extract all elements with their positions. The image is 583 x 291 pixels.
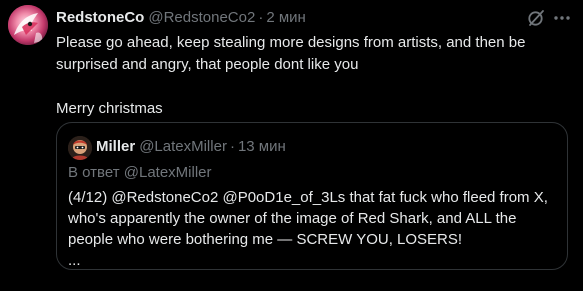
- separator-dot: ·: [229, 138, 235, 155]
- avatar-image: [8, 5, 48, 45]
- quoted-author-handle[interactable]: @LatexMiller: [139, 137, 227, 157]
- tweet-body: Please go ahead, keep stealing more desi…: [56, 32, 566, 120]
- tweet[interactable]: RedstoneCo @RedstoneCo2 · 2 мин Please g…: [0, 0, 583, 291]
- quoted-tweet-ellipsis: ...: [68, 252, 81, 269]
- author-handle[interactable]: @RedstoneCo2: [148, 8, 255, 28]
- reply-prefix: В ответ: [68, 164, 120, 181]
- author-name[interactable]: RedstoneCo: [56, 8, 144, 28]
- quoted-avatar[interactable]: [68, 136, 92, 160]
- reply-context: В ответ @LatexMiller: [68, 163, 212, 183]
- tweet-text-line: Please go ahead, keep stealing more desi…: [56, 34, 526, 73]
- quoted-tweet-body: (4/12) @RedstoneCo2 @P0oD1e_of_3Ls that …: [68, 187, 558, 271]
- quoted-tweet-header: Miller @LatexMiller · 13 мин: [96, 137, 286, 157]
- quoted-tweet-text: (4/12) @RedstoneCo2 @P0oD1e_of_3Ls that …: [68, 189, 548, 248]
- timestamp[interactable]: 2 мин: [266, 8, 306, 28]
- tweet-text-line: Merry christmas: [56, 100, 163, 117]
- separator-dot: ·: [258, 9, 264, 26]
- quoted-author-name[interactable]: Miller: [96, 137, 135, 157]
- reply-handle[interactable]: @LatexMiller: [124, 164, 212, 181]
- grok-icon[interactable]: [527, 9, 545, 27]
- tweet-header: RedstoneCo @RedstoneCo2 · 2 мин: [56, 8, 306, 28]
- quoted-avatar-image: [68, 136, 92, 160]
- more-icon[interactable]: [552, 8, 572, 28]
- avatar[interactable]: [8, 5, 48, 45]
- quoted-tweet[interactable]: Miller @LatexMiller · 13 мин В ответ @La…: [56, 122, 568, 270]
- quoted-timestamp[interactable]: 13 мин: [238, 137, 286, 157]
